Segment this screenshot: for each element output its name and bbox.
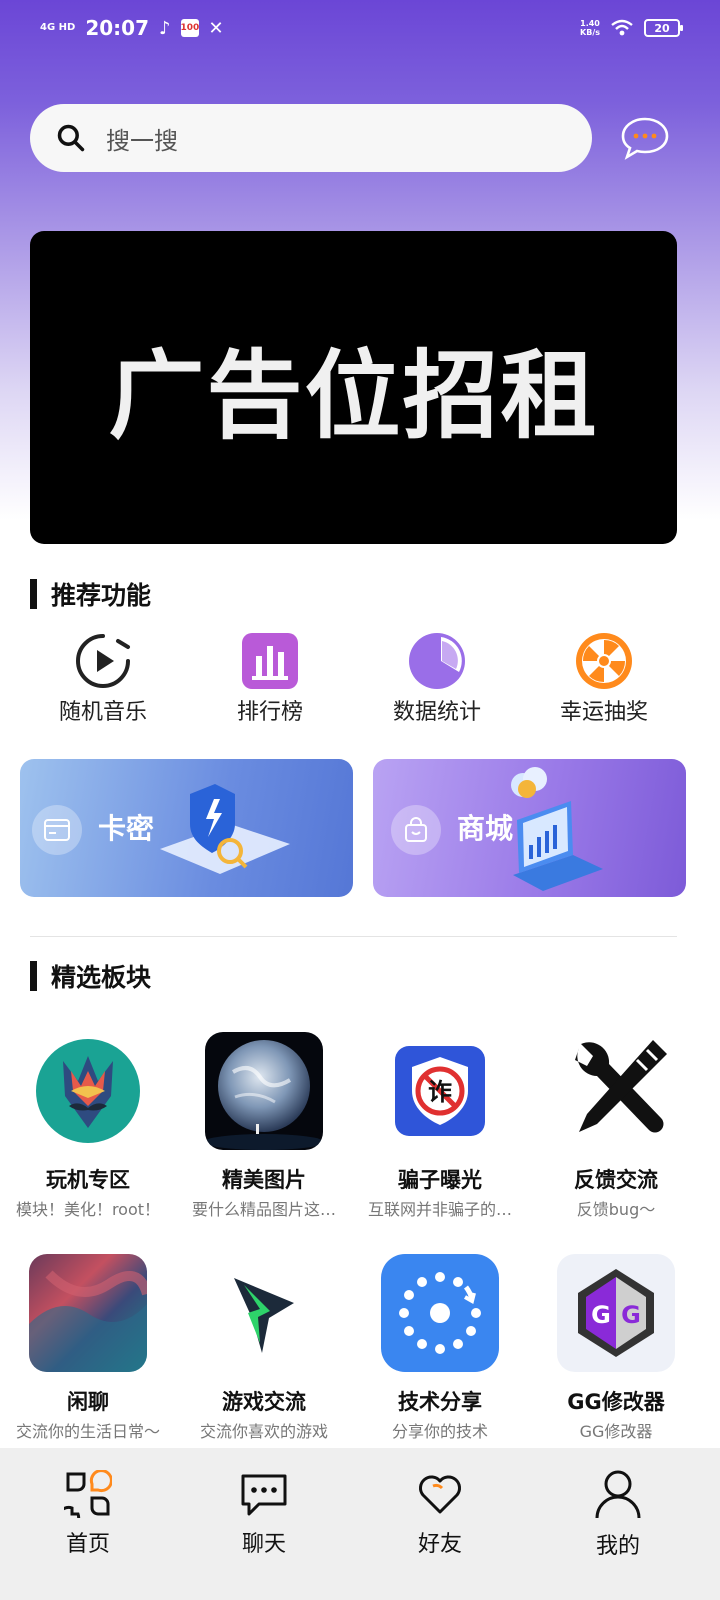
card-shop-button[interactable]: 商城	[373, 759, 686, 897]
board-desc: 反馈bug～	[576, 1200, 656, 1219]
status-time: 20:07	[85, 16, 149, 40]
message-bubble-icon[interactable]	[620, 115, 670, 161]
battery-indicator: 20	[644, 19, 683, 37]
svg-text:诈: 诈	[428, 1078, 452, 1106]
tools-icon: ✕	[208, 17, 224, 39]
board-desc: 要什么精品图片这…	[191, 1200, 336, 1219]
section-divider	[30, 936, 677, 937]
network-indicator: 4G HD	[40, 22, 76, 33]
play-circle-icon	[76, 634, 130, 688]
section-title: 精选板块	[51, 963, 152, 992]
magisk-mask-icon	[29, 1032, 147, 1150]
board-desc: 模块！美化！root！	[15, 1200, 161, 1219]
pie-chart-icon	[409, 633, 465, 689]
func-label: 幸运抽奖	[559, 700, 648, 725]
lucky-wheel-icon	[576, 633, 632, 689]
board-title: 闲聊	[67, 1390, 109, 1414]
board-title: 精美图片	[222, 1168, 306, 1192]
board-phone-zone[interactable]: 玩机专区 模块！美化！root！	[0, 1032, 176, 1220]
tab-friends[interactable]: 好友	[380, 1470, 500, 1558]
tab-label: 聊天	[241, 1532, 286, 1557]
search-icon	[57, 124, 85, 152]
app-badge-icon: 100	[180, 19, 199, 37]
ad-banner[interactable]: 广告位招租	[30, 231, 677, 544]
anti-fraud-icon: 诈	[381, 1032, 499, 1150]
section-recommended: 推荐功能	[30, 576, 151, 612]
section-marker	[30, 579, 37, 609]
home-grid-icon	[64, 1470, 112, 1518]
tiktok-icon: ♪	[159, 17, 171, 39]
func-lucky-draw[interactable]: 幸运抽奖	[524, 632, 684, 726]
game-bolt-icon	[205, 1254, 323, 1372]
board-games[interactable]: 游戏交流 交流你喜欢的游戏	[176, 1254, 352, 1442]
section-marker	[30, 961, 37, 991]
card-key-button[interactable]: 卡密	[20, 759, 353, 897]
search-bar[interactable]: 搜一搜	[30, 104, 592, 172]
board-title: 玩机专区	[46, 1168, 130, 1192]
board-desc: 交流你的生活日常～	[15, 1422, 160, 1441]
board-desc: 交流你喜欢的游戏	[199, 1422, 328, 1441]
tab-me[interactable]: 我的	[558, 1468, 678, 1560]
abstract-wallpaper-icon	[29, 1254, 147, 1372]
network-speed: 1.40 KB/s	[580, 19, 600, 37]
func-label: 排行榜	[236, 700, 303, 725]
board-desc: GG修改器	[579, 1422, 653, 1441]
board-title: 游戏交流	[222, 1390, 306, 1414]
section-title: 推荐功能	[51, 581, 152, 610]
card-icon	[32, 805, 82, 855]
gg-shield-icon: G G	[557, 1254, 675, 1372]
banner-text: 广告位招租	[108, 340, 599, 452]
tab-label: 首页	[65, 1532, 110, 1557]
person-icon	[595, 1470, 641, 1519]
func-statistics[interactable]: 数据统计	[357, 632, 517, 726]
board-feedback[interactable]: 反馈交流 反馈bug～	[528, 1032, 704, 1220]
heart-icon	[419, 1475, 461, 1514]
section-featured: 精选板块	[30, 958, 151, 994]
board-title: 技术分享	[398, 1390, 482, 1414]
chat-icon	[241, 1474, 287, 1516]
tab-label: 好友	[417, 1532, 462, 1557]
board-scam-exposure[interactable]: 诈 骗子曝光 互联网并非骗子的…	[352, 1032, 528, 1220]
svg-text:G: G	[591, 1301, 611, 1329]
func-label: 数据统计	[392, 700, 481, 725]
board-title: 骗子曝光	[398, 1168, 482, 1192]
shopping-bag-icon	[391, 805, 441, 855]
bar-chart-icon	[242, 633, 298, 689]
tab-label: 我的	[595, 1534, 640, 1559]
board-pictures[interactable]: 精美图片 要什么精品图片这…	[176, 1032, 352, 1220]
bottom-tab-bar: 首页 聊天 好友 我的	[0, 1448, 720, 1600]
func-label: 随机音乐	[58, 700, 147, 725]
tab-home[interactable]: 首页	[28, 1470, 148, 1558]
board-title: 反馈交流	[574, 1168, 658, 1192]
search-placeholder: 搜一搜	[106, 126, 178, 155]
wrench-pencil-icon	[557, 1032, 675, 1150]
func-random-music[interactable]: 随机音乐	[23, 632, 183, 726]
board-tech-share[interactable]: 技术分享 分享你的技术	[352, 1254, 528, 1442]
share-dots-icon	[381, 1254, 499, 1372]
board-chat[interactable]: 闲聊 交流你的生活日常～	[0, 1254, 176, 1442]
svg-text:G: G	[621, 1301, 641, 1329]
status-bar: 4G HD 20:07 ♪ 100 ✕ 1.40 KB/s 20	[0, 0, 720, 56]
wifi-icon	[611, 19, 633, 36]
card-label: 卡密	[98, 812, 155, 845]
board-title: GG修改器	[567, 1390, 665, 1414]
earth-icon	[205, 1032, 323, 1150]
board-desc: 互联网并非骗子的…	[367, 1200, 512, 1219]
tab-chat[interactable]: 聊天	[204, 1470, 324, 1558]
func-ranking[interactable]: 排行榜	[190, 632, 350, 726]
board-gg-modifier[interactable]: G G GG修改器 GG修改器	[528, 1254, 704, 1442]
security-shield-icon	[160, 784, 290, 874]
laptop-cloud-icon	[511, 767, 603, 891]
board-desc: 分享你的技术	[391, 1422, 488, 1441]
